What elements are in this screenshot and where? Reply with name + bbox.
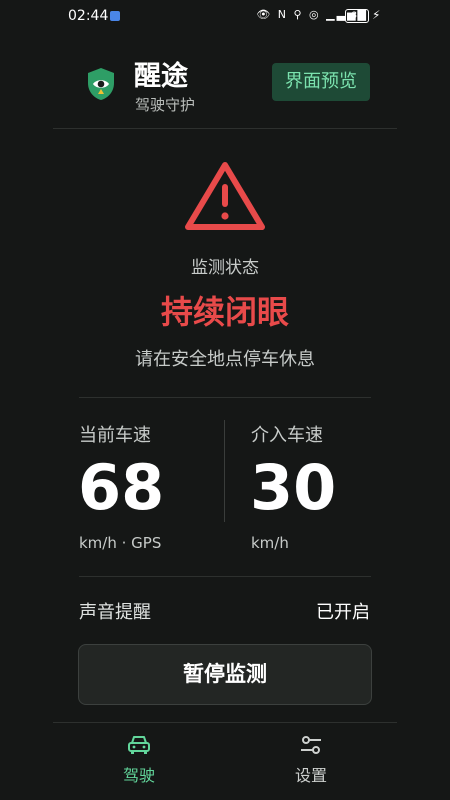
status-bar: 02:44 👁 N ⚲ ◎ ▁▃▅▇ 84 ⚡ [0, 0, 450, 34]
status-value: 持续闭眼 [160, 293, 289, 331]
current-speed-value: 68 [78, 451, 165, 524]
intervene-speed-unit: km/h [251, 534, 289, 552]
nav-item-settings[interactable]: 设置 [251, 722, 371, 800]
status-hint: 请在安全地点停车休息 [135, 349, 315, 370]
sound-status[interactable]: 已开启 [316, 598, 370, 624]
sound-label: 声音提醒 [79, 602, 151, 623]
current-speed-label: 当前车速 [79, 425, 151, 446]
nav-item-drive[interactable]: 驾驶 [79, 722, 199, 800]
intervene-speed-value: 30 [250, 451, 337, 524]
shield-eye-icon [88, 68, 114, 100]
header-divider [53, 128, 397, 129]
speed-divider [224, 420, 225, 522]
warning-triangle-icon [185, 162, 265, 230]
app-subtitle: 驾驶守护 [135, 96, 196, 114]
battery-icon: 84 [345, 9, 369, 23]
current-speed-unit: km/h · GPS [79, 534, 162, 552]
pause-monitoring-button[interactable]: 暂停监测 [78, 644, 372, 705]
speed-bottom-divider [79, 576, 371, 577]
status-label: 监测状态 [191, 258, 259, 278]
settings-sliders-icon [301, 736, 321, 754]
app-name: 醒途 [134, 61, 188, 92]
nav-label-drive: 驾驶 [122, 766, 155, 785]
status-divider [79, 397, 371, 398]
status-time: 02:44 [68, 8, 109, 24]
nav-label-settings: 设置 [294, 766, 327, 785]
car-icon [128, 736, 150, 754]
notification-icon [110, 11, 120, 21]
bottom-nav: 驾驶 设置 [0, 722, 450, 800]
preview-button[interactable]: 界面预览 [272, 63, 370, 101]
intervene-speed-label: 介入车速 [251, 425, 323, 446]
app-header: 醒途 驾驶守护 界面预览 [0, 50, 450, 128]
charging-icon: ⚡ [372, 8, 381, 22]
